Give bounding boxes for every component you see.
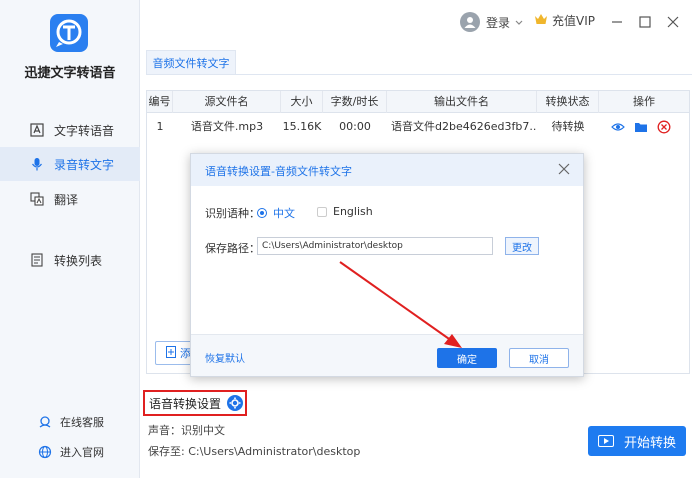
tab-audio-to-text[interactable]: 音频文件转文字 bbox=[146, 50, 236, 74]
play-icon bbox=[597, 435, 614, 447]
delete-icon[interactable] bbox=[657, 120, 671, 134]
column-header-status: 转换状态 bbox=[537, 91, 599, 113]
dialog-footer: 恢复默认 确定 取消 bbox=[191, 334, 583, 376]
change-path-button[interactable]: 更改 bbox=[505, 237, 539, 255]
sidebar-item-label: 录音转文字 bbox=[54, 157, 115, 172]
close-window-button[interactable] bbox=[664, 13, 682, 31]
avatar-icon bbox=[460, 12, 480, 32]
voice-info: 声音：识别中文 bbox=[148, 424, 225, 437]
start-convert-button[interactable]: 开始转换 bbox=[588, 426, 686, 456]
online-service-label: 在线客服 bbox=[60, 416, 104, 429]
preview-eye-icon[interactable] bbox=[611, 120, 625, 134]
maximize-button[interactable] bbox=[636, 13, 654, 31]
cell-source: 语音文件.mp3 bbox=[190, 120, 264, 133]
start-convert-label: 开始转换 bbox=[623, 435, 676, 451]
dialog-title: 语音转换设置-音频文件转文字 bbox=[205, 165, 352, 178]
sidebar-item-label: 转换列表 bbox=[54, 253, 103, 268]
vip-label: 充值VIP bbox=[552, 14, 595, 28]
sidebar-item-translate[interactable]: 翻译 bbox=[0, 182, 140, 216]
column-header-source: 源文件名 bbox=[173, 91, 281, 113]
save-path-input[interactable] bbox=[257, 237, 493, 255]
column-header-actions: 操作 bbox=[633, 95, 655, 108]
sidebar-item-label: 文字转语音 bbox=[54, 123, 115, 138]
app-name: 迅捷文字转语音 bbox=[24, 66, 116, 81]
settings-title: 语音转换设置 bbox=[149, 396, 222, 411]
close-icon[interactable] bbox=[557, 162, 571, 176]
app-logo bbox=[50, 14, 88, 52]
cell-size: 15.16K bbox=[282, 120, 322, 133]
convert-list-icon bbox=[30, 253, 44, 267]
sidebar-item-text-to-speech[interactable]: 文字转语音 bbox=[0, 113, 140, 147]
sidebar: 迅捷文字转语音 文字转语音 录音转文字 翻译 转换列表 在线客服 进入官网 bbox=[0, 0, 140, 478]
text-to-speech-icon bbox=[30, 123, 44, 137]
sidebar-item-label: 翻译 bbox=[54, 192, 79, 207]
customer-service-icon bbox=[38, 415, 52, 429]
top-bar: 登录 充值VIP bbox=[140, 0, 700, 44]
microphone-icon bbox=[30, 157, 44, 171]
save-path-info: 保存至: C:\Users\Administrator\desktop bbox=[148, 445, 361, 458]
sidebar-item-speech-to-text[interactable]: 录音转文字 bbox=[0, 147, 140, 181]
online-service-link[interactable]: 在线客服 bbox=[38, 414, 104, 430]
language-option-label: English bbox=[333, 205, 373, 218]
dialog-header: 语音转换设置-音频文件转文字 bbox=[191, 154, 583, 186]
cell-output: 语音文件d2be4626ed3fb7... bbox=[391, 120, 537, 133]
chevron-down-icon bbox=[515, 15, 523, 29]
cancel-button[interactable]: 取消 bbox=[509, 348, 569, 368]
reset-default-link[interactable]: 恢复默认 bbox=[205, 350, 245, 365]
checkbox-icon bbox=[317, 206, 327, 217]
globe-icon bbox=[38, 445, 52, 459]
official-site-link[interactable]: 进入官网 bbox=[38, 444, 104, 460]
cell-duration: 00:00 bbox=[339, 120, 371, 133]
translate-icon bbox=[30, 192, 44, 206]
table-row[interactable]: 1 语音文件.mp3 15.16K 00:00 语音文件d2be4626ed3f… bbox=[147, 114, 689, 140]
conversion-settings-highlight: 语音转换设置 bbox=[143, 390, 247, 416]
language-option-english[interactable]: English bbox=[317, 205, 373, 218]
cell-status: 待转换 bbox=[551, 120, 585, 133]
column-header-duration: 字数/时长 bbox=[323, 91, 387, 113]
open-folder-icon[interactable] bbox=[634, 120, 648, 134]
vip-button[interactable]: 充值VIP bbox=[534, 12, 595, 29]
table-header: 编号 源文件名 大小 字数/时长 输出文件名 转换状态 操作 bbox=[147, 91, 689, 113]
gear-icon[interactable] bbox=[227, 395, 244, 411]
cell-no: 1 bbox=[156, 120, 164, 133]
column-header-output: 输出文件名 bbox=[387, 91, 537, 113]
add-file-button[interactable]: 添 bbox=[155, 341, 195, 365]
path-label: 保存路径： bbox=[205, 242, 260, 255]
language-label: 识别语种： bbox=[205, 207, 260, 220]
settings-dialog: 语音转换设置-音频文件转文字 识别语种： 中文 English 保存路径： 更改… bbox=[190, 153, 584, 377]
tab-divider bbox=[146, 74, 692, 75]
official-site-label: 进入官网 bbox=[60, 446, 104, 459]
login-button[interactable]: 登录 bbox=[460, 12, 523, 32]
sidebar-item-convert-list[interactable]: 转换列表 bbox=[0, 243, 140, 277]
column-header-size: 大小 bbox=[281, 91, 323, 113]
language-option-label: 中文 bbox=[273, 207, 295, 220]
radio-icon bbox=[257, 208, 267, 218]
login-label: 登录 bbox=[486, 15, 511, 30]
language-option-chinese[interactable]: 中文 bbox=[257, 205, 295, 221]
ok-button[interactable]: 确定 bbox=[437, 348, 497, 368]
column-header-no: 编号 bbox=[147, 91, 173, 113]
add-file-icon bbox=[166, 345, 176, 361]
vip-crown-icon bbox=[534, 12, 548, 29]
minimize-button[interactable] bbox=[608, 13, 626, 31]
